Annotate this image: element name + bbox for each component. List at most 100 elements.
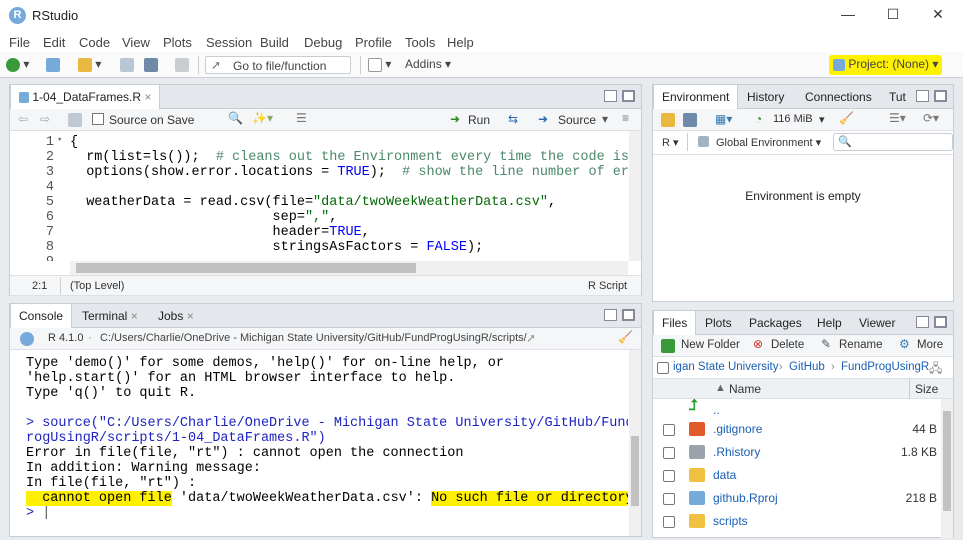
minimize-icon[interactable]: — <box>828 6 868 26</box>
tab-plots[interactable]: Plots <box>697 311 740 335</box>
file-checkbox[interactable] <box>663 493 675 505</box>
delete-button[interactable]: Delete <box>771 339 804 351</box>
file-row-up[interactable]: ⮥ .. <box>653 397 953 420</box>
go-to-directory-icon[interactable]: 🖧 <box>929 359 942 380</box>
file-row[interactable]: .gitignore 44 B <box>653 419 953 442</box>
list-view-icon[interactable]: ☰▾ <box>889 111 906 125</box>
minimize-console-icon[interactable] <box>604 309 617 321</box>
more-button[interactable]: More <box>917 339 943 351</box>
console-scrollbar[interactable] <box>629 350 641 536</box>
goto-wd-icon[interactable]: ➚ <box>526 331 536 345</box>
file-name-link[interactable]: github.Rproj <box>713 491 778 505</box>
breadcrumb-github[interactable]: GitHub <box>789 361 825 373</box>
maximize-env-icon[interactable] <box>934 90 947 102</box>
menu-session[interactable]: Session <box>206 35 252 50</box>
save-all-icon[interactable] <box>144 57 158 73</box>
menu-code[interactable]: Code <box>79 35 110 50</box>
file-row[interactable]: .Rhistory 1.8 KB <box>653 442 953 465</box>
tab-terminal[interactable]: Terminal × <box>74 304 146 328</box>
addins-menu[interactable]: Addins ▾ <box>405 57 451 73</box>
breadcrumb-fundprogusingr[interactable]: FundProgUsingR <box>841 361 929 373</box>
clear-console-icon[interactable]: 🧹 <box>618 330 633 344</box>
name-column-header[interactable]: Name <box>729 382 761 396</box>
forward-icon[interactable]: ⇨ <box>40 112 50 126</box>
file-checkbox[interactable] <box>663 447 675 459</box>
search-icon[interactable]: 🔍 <box>228 111 243 125</box>
load-workspace-icon[interactable] <box>661 113 675 127</box>
file-name-link[interactable]: .Rhistory <box>713 445 760 459</box>
rerun-icon[interactable]: ⇆ <box>508 112 518 126</box>
fold-icon[interactable]: ▾ <box>57 135 62 145</box>
document-outline-icon[interactable]: ☰ <box>296 111 307 125</box>
memory-usage[interactable]: 116 MiB <box>773 113 813 125</box>
menu-edit[interactable]: Edit <box>43 35 65 50</box>
maximize-files-icon[interactable] <box>934 316 947 328</box>
console-prompt[interactable]: > | <box>26 506 50 521</box>
open-file-icon[interactable]: ▾ <box>78 57 101 73</box>
file-checkbox[interactable] <box>663 516 675 528</box>
file-checkbox[interactable] <box>663 424 675 436</box>
maximize-pane-icon[interactable] <box>622 90 635 102</box>
file-row[interactable]: data <box>653 465 953 488</box>
menu-profile[interactable]: Profile <box>355 35 392 50</box>
menu-debug[interactable]: Debug <box>304 35 342 50</box>
goto-file-input[interactable]: ➚ Go to file/function <box>205 56 351 74</box>
source-dropdown-icon[interactable]: ▾ <box>602 112 608 126</box>
close-terminal-icon[interactable]: × <box>131 309 138 323</box>
tab-files[interactable]: Files <box>653 311 697 336</box>
editor-horizontal-scrollbar[interactable] <box>70 261 628 275</box>
tab-packages[interactable]: Packages <box>741 311 810 335</box>
outline-icon[interactable]: ≡ <box>622 111 629 125</box>
tab-tutorial[interactable]: Tut <box>881 85 914 109</box>
menu-file[interactable]: File <box>9 35 30 50</box>
file-type-selector[interactable]: R Script <box>588 280 627 292</box>
files-scrollbar[interactable] <box>941 399 953 538</box>
refresh-env-icon[interactable]: ⟳▾ <box>923 111 939 125</box>
code-editor[interactable]: 1 {2 rm(list=ls()); # cleans out the Envi… <box>10 131 628 261</box>
code-tools-icon[interactable]: ✨▾ <box>252 111 273 125</box>
breadcrumb-university[interactable]: igan State University <box>673 361 778 373</box>
maximize-icon[interactable]: ☐ <box>873 6 913 26</box>
save-icon[interactable] <box>120 57 134 73</box>
menu-tools[interactable]: Tools <box>405 35 435 50</box>
pane-layout-icon[interactable]: ▾ <box>368 57 391 73</box>
close-tab-icon[interactable]: × <box>144 90 151 104</box>
tab-viewer[interactable]: Viewer <box>851 311 903 335</box>
size-column-header[interactable]: Size <box>915 382 938 396</box>
menu-view[interactable]: View <box>122 35 150 50</box>
environment-search-input[interactable]: 🔍 <box>833 133 953 151</box>
print-icon[interactable] <box>175 57 189 73</box>
minimize-files-icon[interactable] <box>916 316 929 328</box>
tab-environment[interactable]: Environment <box>653 85 739 110</box>
file-row[interactable]: scripts <box>653 511 953 534</box>
close-jobs-icon[interactable]: × <box>187 309 194 323</box>
file-checkbox[interactable] <box>663 470 675 482</box>
tab-jobs[interactable]: Jobs × <box>150 304 202 328</box>
project-menu[interactable]: Project: (None) ▾ <box>829 55 943 75</box>
menu-help[interactable]: Help <box>447 35 474 50</box>
editor-vertical-scrollbar[interactable] <box>629 131 641 261</box>
select-all-checkbox[interactable] <box>657 362 669 374</box>
rename-button[interactable]: Rename <box>839 339 882 351</box>
source-button[interactable]: Source <box>558 113 596 127</box>
run-button[interactable]: Run <box>468 113 490 127</box>
file-name-link[interactable]: data <box>713 468 736 482</box>
import-dataset-icon[interactable]: ▦▾ <box>715 112 732 126</box>
file-name-link[interactable]: scripts <box>713 514 748 528</box>
tab-console[interactable]: Console <box>10 304 73 329</box>
language-selector[interactable]: R ▾ <box>662 136 679 149</box>
new-folder-button[interactable]: New Folder <box>681 339 740 351</box>
back-icon[interactable]: ⇦ <box>18 112 28 126</box>
file-row[interactable]: github.Rproj 218 B <box>653 488 953 511</box>
tab-history[interactable]: History <box>739 85 792 109</box>
tab-connections[interactable]: Connections <box>797 85 880 109</box>
save-workspace-icon[interactable] <box>683 113 697 127</box>
console-output[interactable]: Type 'demo()' for some demos, 'help()' f… <box>10 350 628 536</box>
maximize-console-icon[interactable] <box>622 309 635 321</box>
source-on-save-checkbox[interactable] <box>92 113 104 125</box>
clear-env-icon[interactable]: 🧹 <box>839 111 854 125</box>
save-file-icon[interactable] <box>68 113 82 127</box>
scope-dropdown[interactable]: Global Environment ▾ <box>716 136 821 149</box>
minimize-pane-icon[interactable] <box>604 90 617 102</box>
tab-help[interactable]: Help <box>809 311 850 335</box>
